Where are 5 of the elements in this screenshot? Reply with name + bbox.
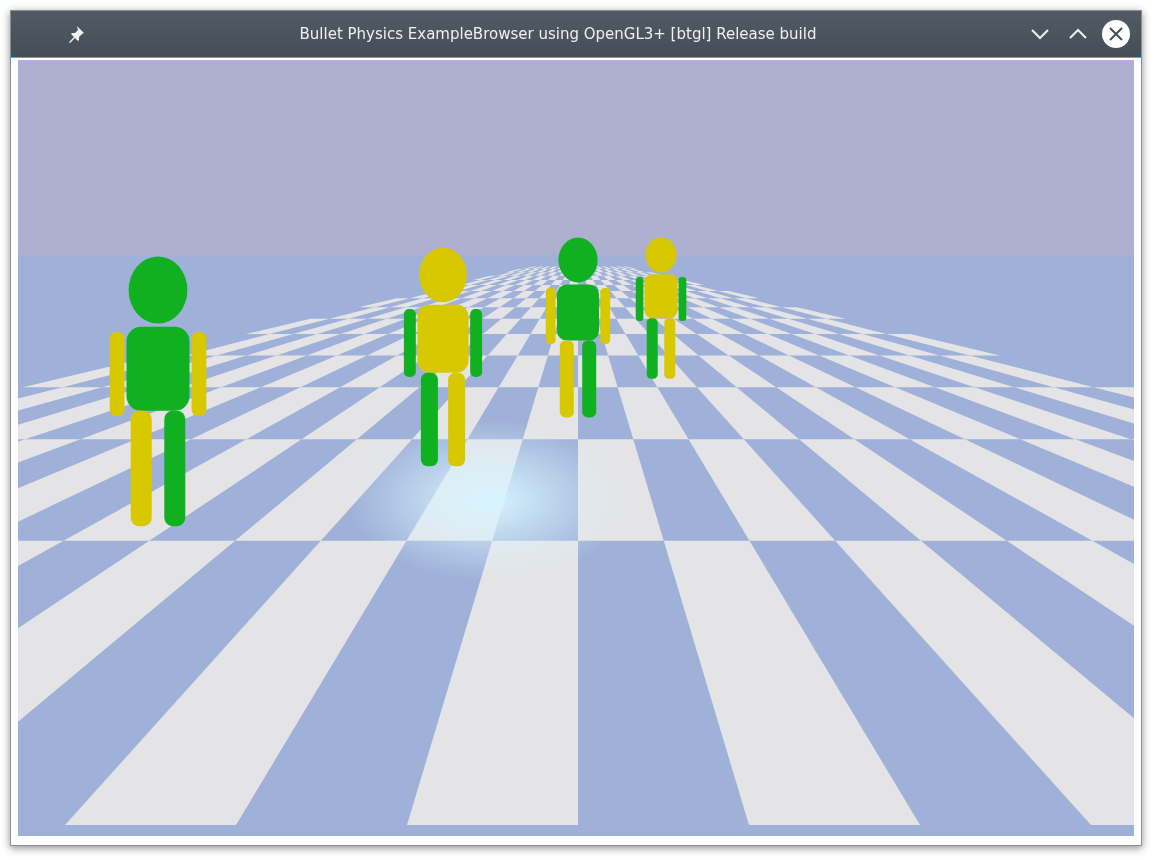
close-button[interactable]	[1099, 17, 1133, 51]
chevron-down-icon	[1030, 28, 1050, 40]
chevron-up-icon	[1068, 28, 1088, 40]
close-icon	[1101, 19, 1131, 49]
window-title: Bullet Physics ExampleBrowser using OpenGL3+ [btgl] Release build	[298, 23, 818, 45]
